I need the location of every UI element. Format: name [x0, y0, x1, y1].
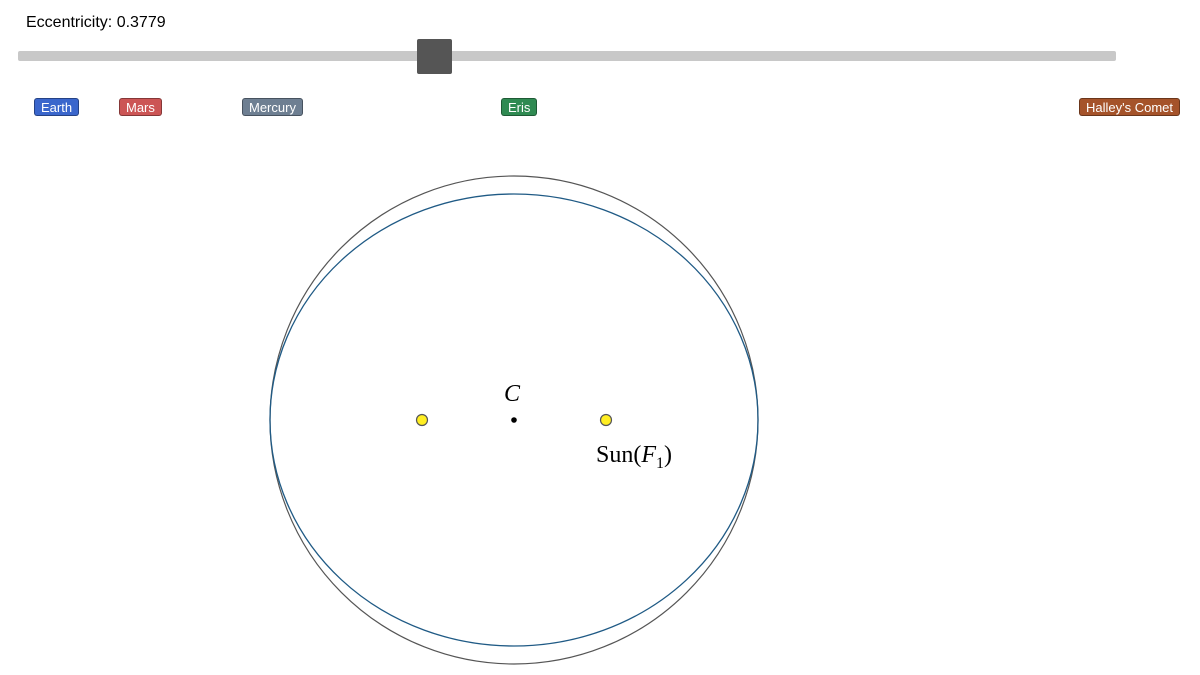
focus-point-f2[interactable] [415, 413, 429, 427]
orbit-diagram: C Sun(F1) [269, 175, 759, 665]
sun-label-close: ) [664, 442, 672, 468]
sun-label-var: F [640, 442, 656, 468]
sun-label: Sun(F1) [596, 442, 672, 472]
app-stage: Eccentricity: 0.3779 Earth Mars Mercury … [0, 0, 1200, 675]
sun-focus-point[interactable] [599, 413, 613, 427]
sun-label-sub: 1 [656, 455, 664, 472]
sun-label-text: Sun( [596, 442, 641, 468]
center-point [511, 417, 517, 423]
center-label: C [504, 381, 521, 407]
